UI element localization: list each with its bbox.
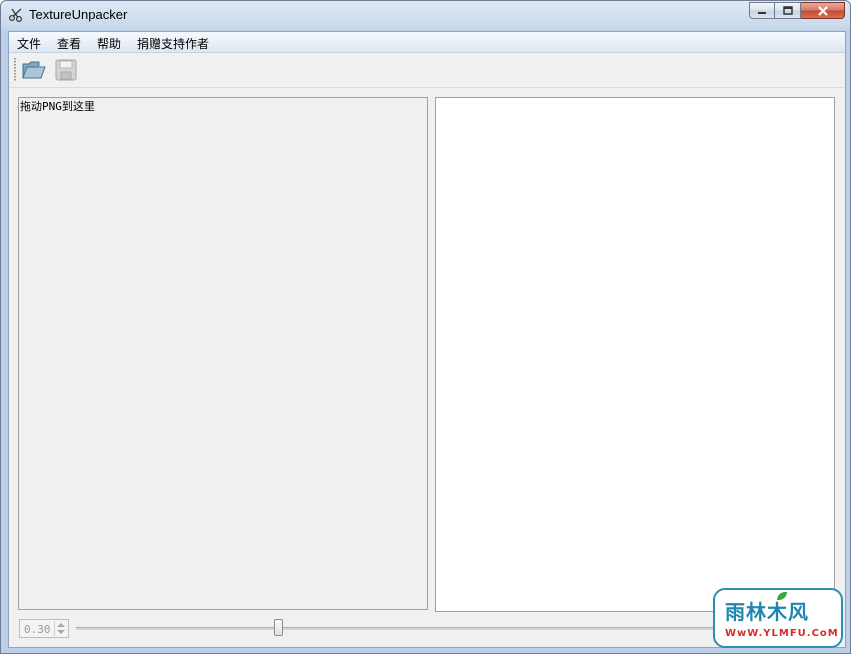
caption-buttons xyxy=(749,2,845,19)
close-icon xyxy=(817,5,828,16)
menu-help[interactable]: 帮助 xyxy=(97,35,121,52)
scale-value: 0.30 xyxy=(24,623,51,636)
maximize-icon xyxy=(782,6,793,15)
maximize-button[interactable] xyxy=(775,2,801,19)
minimize-button[interactable] xyxy=(749,2,775,19)
scale-spinbox[interactable]: 0.30 xyxy=(19,619,69,638)
drop-area[interactable]: 拖动PNG到这里 xyxy=(18,97,428,610)
spin-up-icon[interactable] xyxy=(57,623,65,627)
spin-arrows[interactable] xyxy=(54,621,67,636)
minimize-icon xyxy=(758,11,766,14)
open-button[interactable] xyxy=(21,58,47,82)
scissors-icon xyxy=(8,8,23,23)
watermark-text: 雨林木风 xyxy=(725,600,809,624)
menu-view[interactable]: 查看 xyxy=(57,35,81,52)
spin-down-icon[interactable] xyxy=(57,630,65,634)
client-area: 文件 查看 帮助 捐赠支持作者 拖动PNG到这里 0.30 xyxy=(8,31,846,648)
scale-slider-thumb[interactable] xyxy=(273,619,283,636)
toolbar xyxy=(9,53,845,88)
menu-donate[interactable]: 捐赠支持作者 xyxy=(137,35,209,52)
title-bar[interactable]: TextureUnpacker xyxy=(1,1,850,29)
save-button[interactable] xyxy=(53,58,79,82)
menu-file[interactable]: 文件 xyxy=(17,35,41,52)
scale-slider-track[interactable] xyxy=(76,627,726,630)
toolbar-grip[interactable] xyxy=(14,58,16,82)
close-button[interactable] xyxy=(801,2,845,19)
window-title: TextureUnpacker xyxy=(29,7,128,22)
floppy-save-icon xyxy=(55,59,77,81)
drop-hint: 拖动PNG到这里 xyxy=(20,100,95,113)
app-window: TextureUnpacker 文件 查看 帮助 捐赠支持作者 拖动PNG到这里… xyxy=(0,0,851,654)
watermark-logo: 雨林木风 WwW.YLMFU.CoM xyxy=(713,588,843,648)
folder-open-icon xyxy=(22,61,46,79)
watermark-site: WwW.YLMFU.CoM xyxy=(725,628,839,639)
menu-bar: 文件 查看 帮助 捐赠支持作者 xyxy=(9,32,845,53)
preview-area[interactable] xyxy=(435,97,835,612)
